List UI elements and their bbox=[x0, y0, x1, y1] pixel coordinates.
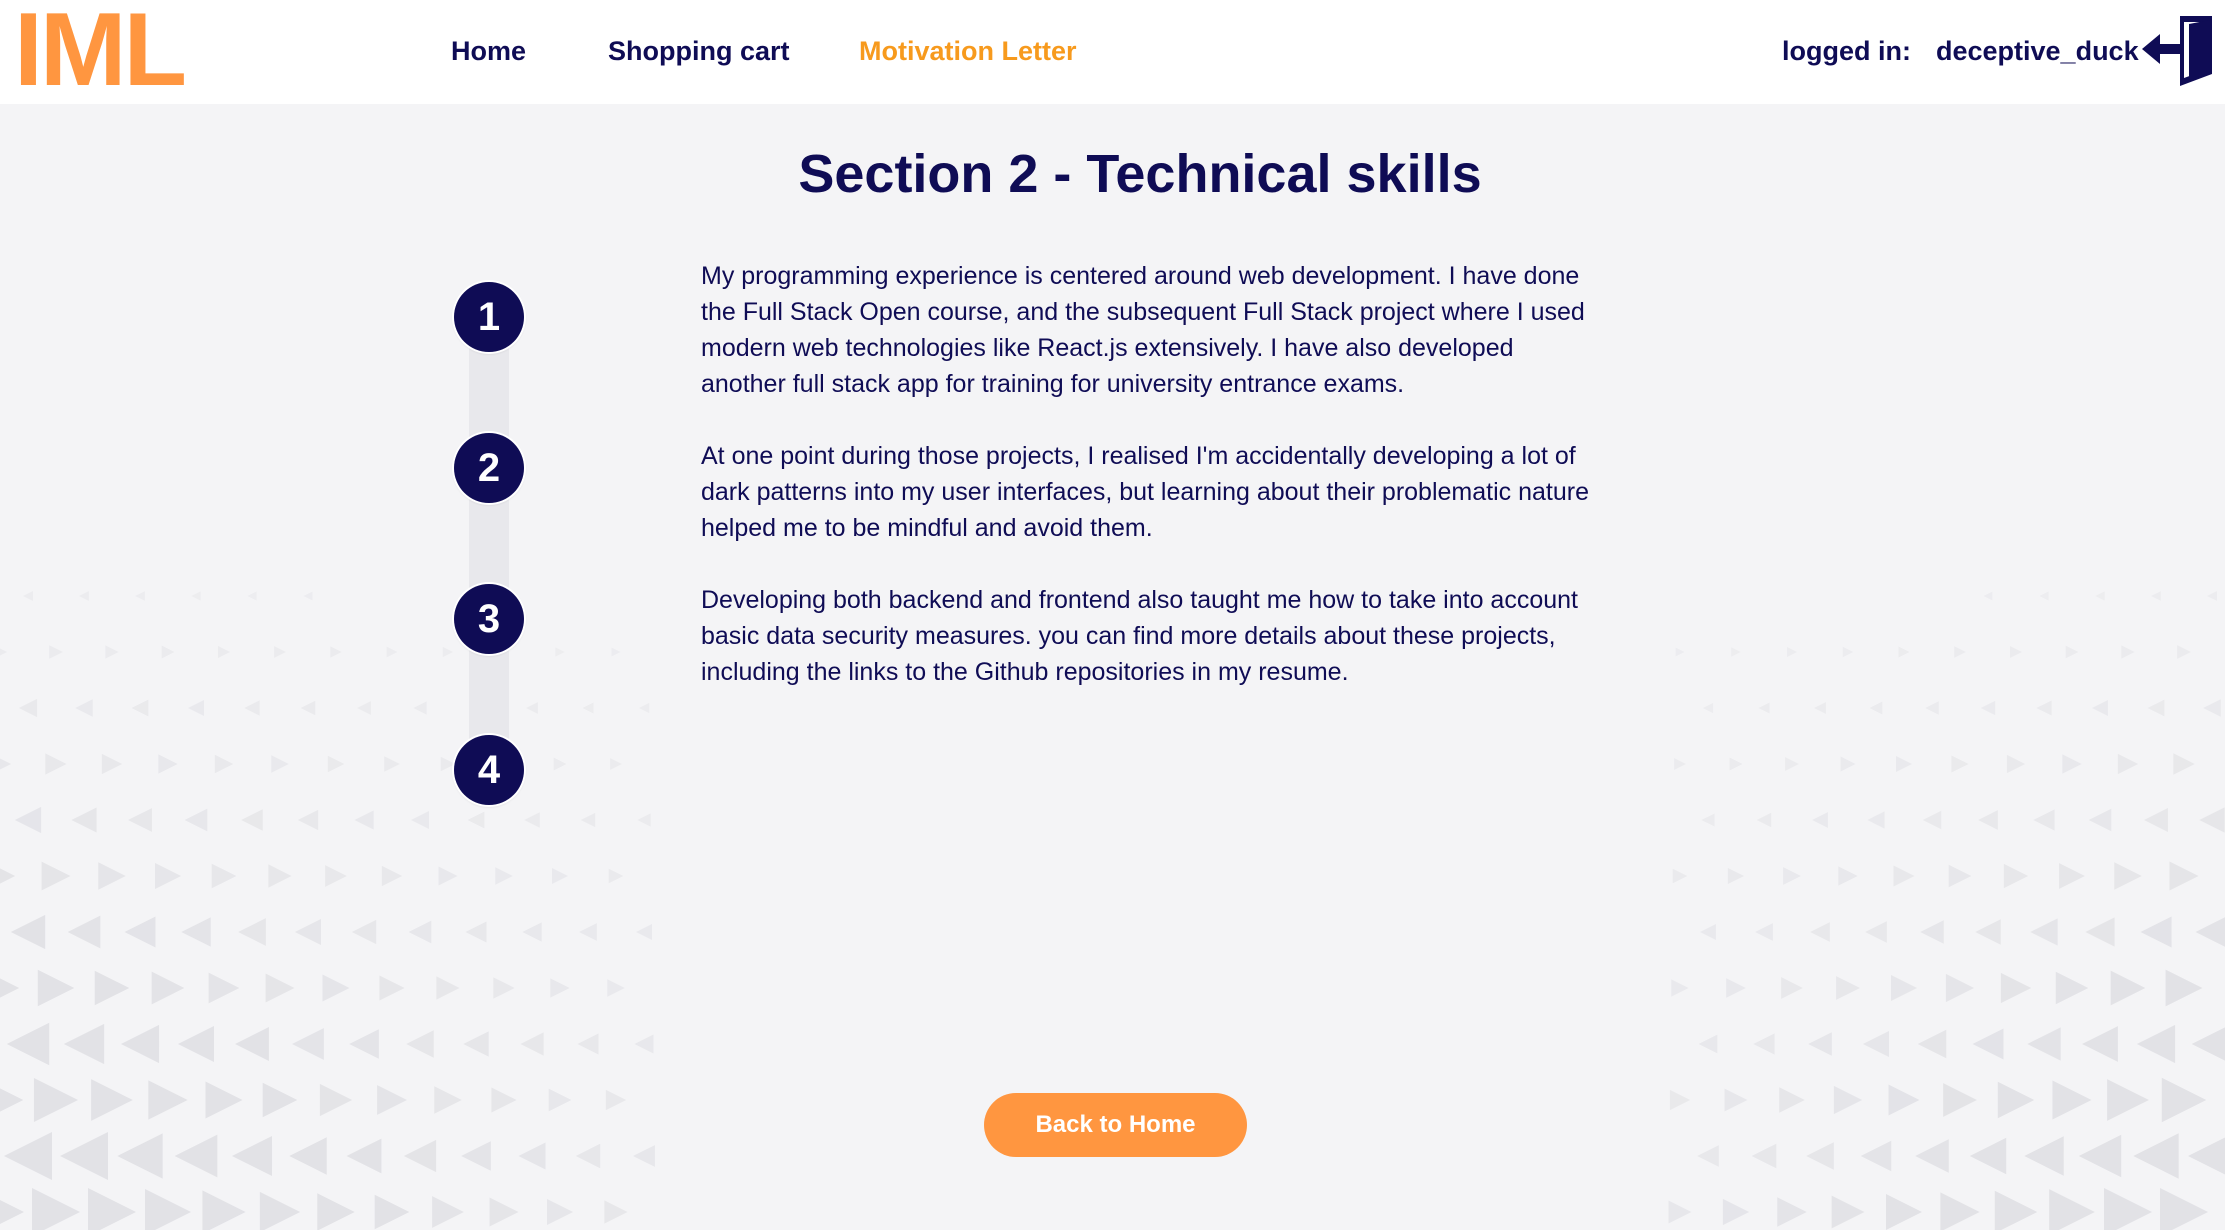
letter-content: My programming experience is centered ar… bbox=[701, 258, 1591, 726]
step-1[interactable]: 1 bbox=[454, 282, 524, 352]
stepper-track bbox=[469, 316, 509, 776]
logo: IML bbox=[14, 0, 187, 108]
paragraph-3: Developing both backend and frontend als… bbox=[701, 586, 1578, 686]
step-4[interactable]: 4 bbox=[454, 735, 524, 805]
logout-button[interactable] bbox=[2140, 14, 2216, 88]
back-to-home-button[interactable]: Back to Home bbox=[984, 1093, 1247, 1157]
page-title: Section 2 - Technical skills bbox=[798, 144, 1482, 204]
nav-home[interactable]: Home bbox=[451, 36, 526, 67]
logout-door-icon bbox=[2142, 16, 2212, 86]
nav-motivation-letter[interactable]: Motivation Letter bbox=[859, 36, 1077, 67]
login-label: logged in: bbox=[1782, 36, 1911, 66]
step-3[interactable]: 3 bbox=[454, 584, 524, 654]
step-2[interactable]: 2 bbox=[454, 433, 524, 503]
paragraph-1: My programming experience is centered ar… bbox=[701, 262, 1585, 398]
section-stepper: 1 2 3 4 bbox=[454, 282, 524, 806]
top-navigation-bar: IML Home Shopping cart Motivation Letter… bbox=[0, 0, 2225, 104]
username: deceptive_duck bbox=[1936, 36, 2139, 66]
nav-shopping-cart[interactable]: Shopping cart bbox=[608, 36, 790, 67]
paragraph-2: At one point during those projects, I re… bbox=[701, 442, 1589, 542]
